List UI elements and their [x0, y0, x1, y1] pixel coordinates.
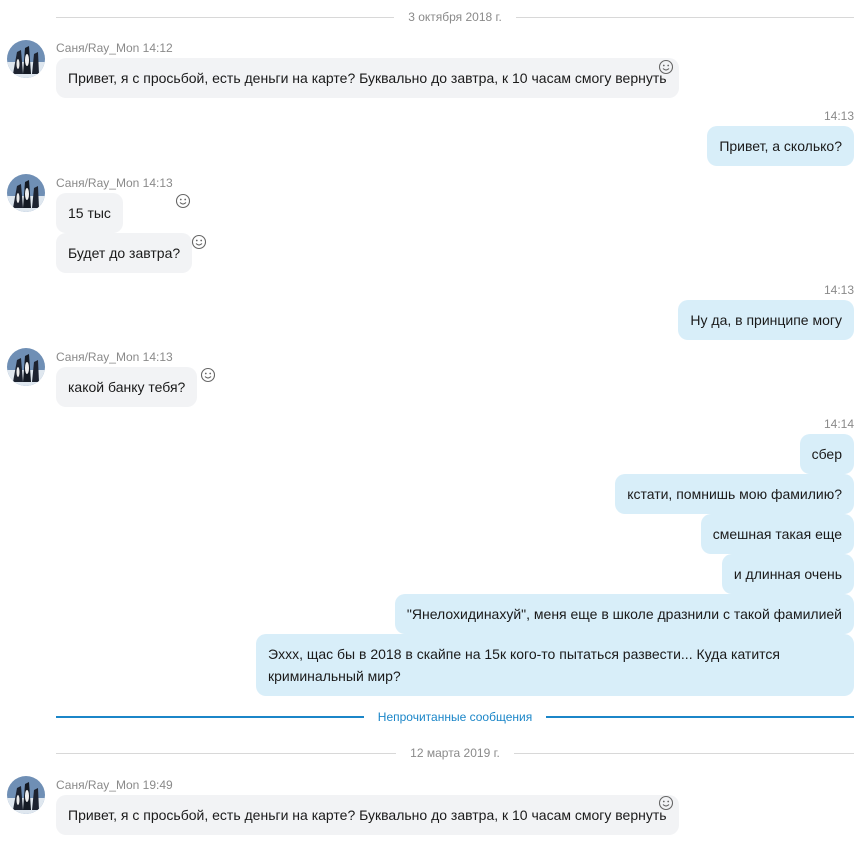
message-bubble[interactable]: и длинная очень [721, 554, 854, 594]
message-bubble[interactable]: 15 тыс [56, 193, 123, 233]
message-bubble[interactable]: Ну да, в принципе могу [678, 300, 854, 340]
message-time: 14:13 [142, 350, 173, 364]
add-reaction-icon[interactable] [200, 367, 216, 383]
message-header: Саня/Ray_Mon 14:12 [56, 41, 173, 55]
message-bubble[interactable]: Привет, я с просьбой, есть деньги на кар… [56, 58, 679, 98]
sender-name[interactable]: Саня/Ray_Mon [56, 778, 139, 792]
message-time: 14:14 [823, 417, 854, 431]
avatar[interactable] [7, 776, 45, 814]
date-label: 12 марта 2019 г. [410, 746, 500, 760]
message-time: 19:49 [142, 778, 173, 792]
message-time: 14:13 [823, 109, 854, 123]
avatar[interactable] [7, 40, 45, 78]
chat-history: 3 октября 2018 г. Саня/Ray_Mon 14:12 При… [0, 0, 862, 841]
message-time: 14:13 [142, 176, 173, 190]
add-reaction-icon[interactable] [658, 795, 674, 811]
message-bubble[interactable]: Привет, я с просьбой, есть деньги на кар… [56, 795, 679, 835]
add-reaction-icon[interactable] [191, 234, 207, 250]
date-label: 3 октября 2018 г. [408, 10, 502, 24]
sender-name[interactable]: Саня/Ray_Mon [56, 176, 139, 190]
sender-name[interactable]: Саня/Ray_Mon [56, 41, 139, 55]
unread-label: Непрочитанные сообщения [377, 710, 533, 724]
message-header: Саня/Ray_Mon 14:13 [56, 176, 173, 190]
message-header: Саня/Ray_Mon 19:49 [56, 778, 173, 792]
message-time: 14:13 [823, 283, 854, 297]
add-reaction-icon[interactable] [658, 59, 674, 75]
message-bubble[interactable]: смешная такая еще [700, 514, 854, 554]
message-time: 14:12 [142, 41, 173, 55]
message-bubble[interactable]: Будет до завтра? [56, 233, 193, 273]
message-bubble[interactable]: кстати, помнишь мою фамилию? [615, 474, 854, 514]
date-separator: 12 марта 2019 г. [56, 745, 855, 761]
message-bubble[interactable]: сбер [799, 434, 854, 474]
avatar[interactable] [7, 348, 45, 386]
unread-separator: Непрочитанные сообщения [56, 709, 854, 725]
message-bubble[interactable]: "Янелохидинахуй", меня еще в школе дразн… [394, 594, 854, 634]
date-separator: 3 октября 2018 г. [56, 9, 854, 25]
avatar[interactable] [7, 174, 45, 212]
add-reaction-icon[interactable] [175, 193, 191, 209]
message-bubble[interactable]: Эхxx, щас бы в 2018 в скайпе на 15к кого… [256, 634, 854, 696]
message-header: Саня/Ray_Mon 14:13 [56, 350, 173, 364]
sender-name[interactable]: Саня/Ray_Mon [56, 350, 139, 364]
message-bubble[interactable]: какой банку тебя? [56, 367, 198, 407]
message-bubble[interactable]: Привет, а сколько? [707, 126, 854, 166]
